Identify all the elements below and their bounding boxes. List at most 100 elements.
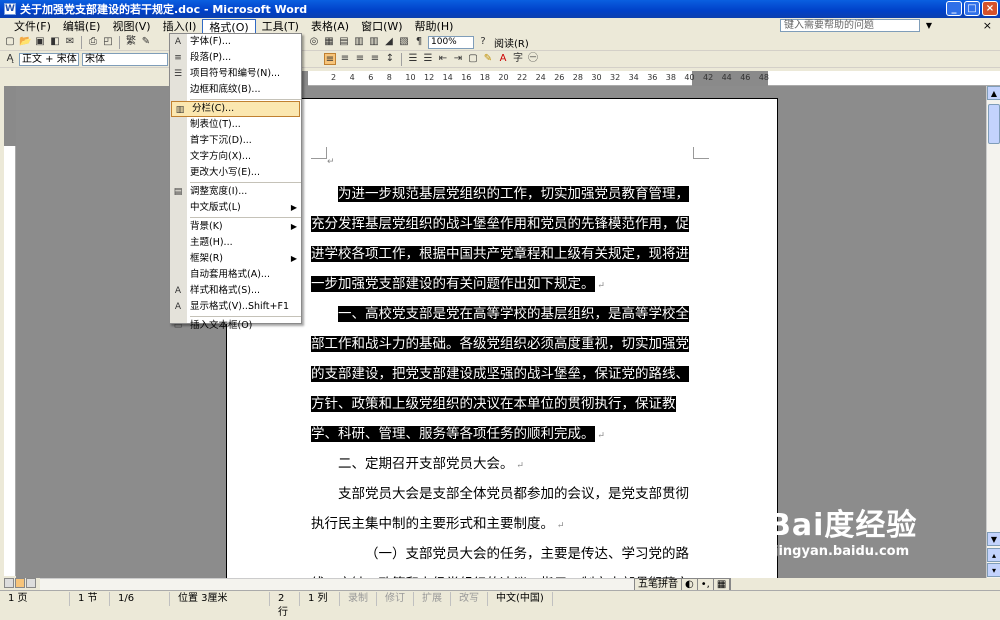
menu-help[interactable]: 帮助(H) (409, 19, 460, 34)
menu-format[interactable]: 格式(O) (202, 18, 256, 34)
menu-table[interactable]: 表格(A) (305, 19, 355, 34)
enclose-characters-icon[interactable]: ㊀ (527, 53, 539, 65)
format-menu-item[interactable]: 首字下沉(D)... (170, 133, 301, 149)
permission-icon[interactable]: ◧ (49, 36, 61, 48)
print-preview-icon[interactable]: ◰ (102, 36, 114, 48)
scroll-thumb[interactable] (988, 104, 1000, 144)
format-menu-item[interactable]: A 显示格式(V)... Shift+F1 (170, 299, 301, 315)
format-menu-item[interactable]: 制表位(T)... (170, 117, 301, 133)
menu-window[interactable]: 窗口(W) (355, 19, 408, 34)
email-icon[interactable]: ✉ (64, 36, 76, 48)
normal-view-icon[interactable] (4, 578, 14, 588)
format-menu-item[interactable]: 更改大小写(E)... (170, 165, 301, 181)
insert-table-icon[interactable]: ▤ (338, 36, 350, 48)
distributed-icon[interactable]: ≡ (369, 53, 381, 65)
status-rec[interactable]: 录制 (340, 591, 377, 606)
menu-item-label: 制表位(T)... (190, 119, 241, 130)
menu-insert[interactable]: 插入(I) (157, 19, 203, 34)
close-document-icon[interactable]: × (983, 19, 992, 32)
help-search-input[interactable]: 键入需要帮助的问题 (780, 19, 920, 32)
menu-view[interactable]: 视图(V) (106, 19, 156, 34)
increase-indent-icon[interactable]: ⇥ (452, 53, 464, 65)
format-menu-item[interactable]: ☰ 项目符号和编号(N)... (170, 66, 301, 82)
align-center-icon[interactable]: ≡ (339, 53, 351, 65)
help-icon[interactable]: ? (477, 36, 489, 48)
horizontal-scrollbar[interactable] (40, 578, 634, 590)
highlight-icon[interactable]: ✎ (482, 53, 494, 65)
zoom-select[interactable]: 100% (428, 35, 474, 49)
hyperlink-icon[interactable]: ◎ (308, 36, 320, 48)
format-menu-item[interactable]: ≡ 段落(P)... (170, 50, 301, 66)
align-right-icon[interactable]: ≡ (354, 53, 366, 65)
paragraph-1[interactable]: 一、高校党支部是党在高等学校的基层组织，是高等学校全部工作和战斗力的基础。各级党… (311, 299, 693, 451)
status-language: 中文(中国) (488, 591, 553, 606)
phonetic-guide-icon[interactable]: 字 (512, 53, 524, 65)
menu-item-label: 框架(R) (190, 253, 224, 264)
drawing-icon[interactable]: ◢ (383, 36, 395, 48)
border-icon[interactable]: ▢ (467, 53, 479, 65)
document-page[interactable]: ↵ 为进一步规范基层党组织的工作，切实加强党员教育管理，充分发挥基层党组织的战斗… (226, 98, 778, 578)
submenu-arrow-icon: ▶ (290, 222, 297, 231)
research-icon[interactable]: ✎ (140, 36, 152, 48)
status-trk[interactable]: 修订 (377, 591, 414, 606)
print-icon[interactable]: ⎙ (87, 36, 99, 48)
minimize-button[interactable]: _ (946, 1, 962, 16)
format-menu-item[interactable]: 自动套用格式(A)... (170, 267, 301, 283)
format-menu-item[interactable]: 文字方向(X)... (170, 149, 301, 165)
scroll-down-icon[interactable]: ▼ (987, 532, 1000, 546)
format-menu-item[interactable]: 框架(R) ▶ (170, 251, 301, 267)
format-menu-item[interactable]: 主题(H)... (170, 235, 301, 251)
status-ovr[interactable]: 改写 (451, 591, 488, 606)
format-menu-item[interactable]: 边框和底纹(B)... (170, 82, 301, 98)
traditional-chinese-icon[interactable]: 繁 (125, 36, 137, 48)
next-page-icon[interactable]: ▾ (987, 563, 1000, 577)
menu-file[interactable]: 文件(F) (8, 19, 57, 34)
styles-icon[interactable]: Ą (4, 53, 16, 65)
new-document-icon[interactable]: ▢ (4, 36, 16, 48)
menu-tools[interactable]: 工具(T) (256, 19, 305, 34)
format-menu-item[interactable]: ▥ 分栏(C)... (171, 101, 300, 117)
format-menu-item[interactable]: ▭ 插入文本框(O) (170, 318, 301, 334)
maximize-button[interactable]: □ (964, 1, 980, 16)
vertical-scrollbar[interactable]: ▲ ▼ ▴ ▾ (986, 86, 1000, 578)
document-map-icon[interactable]: ▧ (398, 36, 410, 48)
format-menu-item[interactable]: ▤ 调整宽度(I)... (170, 184, 301, 200)
open-icon[interactable]: 📂 (19, 36, 31, 48)
print-layout-icon[interactable] (15, 578, 25, 588)
format-menu-item[interactable]: 背景(K) ▶ (170, 219, 301, 235)
columns-icon[interactable]: ▥ (368, 36, 380, 48)
bullets-icon[interactable]: ☰ (422, 53, 434, 65)
decrease-indent-icon[interactable]: ⇤ (437, 53, 449, 65)
paragraph-3[interactable]: 支部党员大会是支部全体党员都参加的会议，是党支部贯彻执行民主集中制的主要形式和主… (311, 479, 693, 541)
read-mode-button[interactable]: 阅读(R) (492, 35, 531, 50)
font-color-icon[interactable]: A (497, 53, 509, 65)
watermark-url: jingyan.baidu.com (774, 544, 910, 559)
horizontal-ruler[interactable]: 8642246810121416182022242628303234363840… (230, 71, 1000, 86)
menu-item-icon: A (174, 302, 182, 312)
help-dropdown-icon[interactable]: ▼ (926, 21, 932, 30)
word-app-icon[interactable]: W (4, 3, 16, 15)
outline-view-icon[interactable] (26, 578, 36, 588)
menu-edit[interactable]: 编辑(E) (57, 19, 107, 34)
show-hide-icon[interactable]: ¶ (413, 36, 425, 48)
format-menu-item[interactable]: A 字体(F)... (170, 34, 301, 50)
prev-page-icon[interactable]: ▴ (987, 548, 1000, 562)
style-select[interactable]: 正文 + 宋体 (19, 52, 79, 66)
menu-item-icon: ▤ (173, 187, 183, 197)
format-menu-item[interactable]: A 样式和格式(S)... (170, 283, 301, 299)
status-ext[interactable]: 扩展 (414, 591, 451, 606)
scroll-up-icon[interactable]: ▲ (987, 86, 1000, 100)
paragraph-intro[interactable]: 为进一步规范基层党组织的工作，切实加强党员教育管理，充分发挥基层党组织的战斗堡垒… (311, 179, 693, 301)
paragraph-4[interactable]: （一）支部党员大会的任务，主要是传达、学习党的路线、方针、政策和上级党组织的决议… (311, 539, 693, 578)
numbering-icon[interactable]: ☰ (407, 53, 419, 65)
paragraph-2-heading[interactable]: 二、定期召开支部党员大会。 ↵ (311, 449, 693, 481)
format-menu-item[interactable]: 中文版式(L) ▶ (170, 200, 301, 216)
font-select[interactable]: 宋体 (82, 52, 168, 66)
tables-borders-icon[interactable]: ▦ (323, 36, 335, 48)
close-button[interactable]: × (982, 1, 998, 16)
insert-excel-icon[interactable]: ▥ (353, 36, 365, 48)
vertical-ruler[interactable] (4, 86, 16, 576)
line-spacing-icon[interactable]: ↕ (384, 53, 396, 65)
justify-icon[interactable]: ≡ (324, 53, 336, 65)
save-icon[interactable]: ▣ (34, 36, 46, 48)
